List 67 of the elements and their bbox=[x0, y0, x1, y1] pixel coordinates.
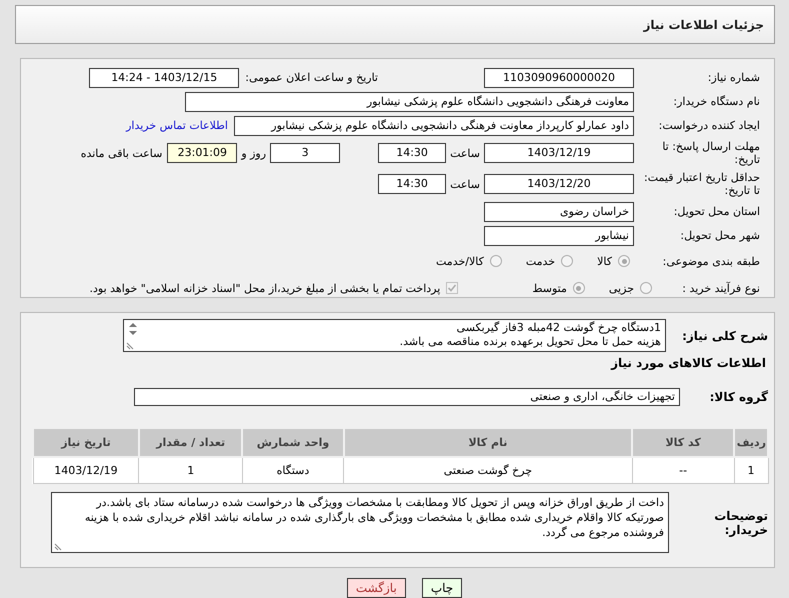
description-field[interactable]: 1دستگاه چرخ گوشت 42مبله 3فاز گیربکسی هزینه حمل تا محل تحویل برعهده برنده مناقصه می باشد. bbox=[123, 319, 666, 352]
field-label: ساعت bbox=[450, 146, 480, 160]
remaining-time-field: 23:01:09 bbox=[167, 143, 238, 163]
field-label: روز و bbox=[241, 146, 266, 160]
field-label: شرح کلی نیاز: bbox=[681, 328, 768, 342]
table-cell: 1 bbox=[138, 457, 242, 484]
print-button[interactable]: چاپ bbox=[422, 578, 462, 598]
description-line: 1دستگاه چرخ گوشت 42مبله 3فاز گیربکسی bbox=[456, 321, 661, 335]
description-line: هزینه حمل تا محل تحویل برعهده برنده مناقصه می باشد. bbox=[398, 335, 661, 349]
checkbox[interactable] bbox=[446, 282, 458, 294]
resize-grip-icon[interactable] bbox=[54, 543, 62, 551]
table-cell: چرخ گوشت صنعتی bbox=[344, 457, 632, 484]
radio-button[interactable] bbox=[490, 255, 502, 267]
table-cell: 1403/12/19 bbox=[33, 457, 139, 484]
column-header: کد کالا bbox=[632, 428, 734, 457]
column-header: تعداد / مقدار bbox=[138, 428, 242, 457]
buyer-contact-link[interactable]: اطلاعات تماس خریدار bbox=[126, 119, 228, 132]
radio-label: خدمت bbox=[526, 254, 556, 268]
field-label: شماره نیاز: bbox=[706, 71, 760, 84]
validity-date-field: 1403/12/20 bbox=[484, 174, 634, 194]
column-header: نام کالا bbox=[344, 428, 632, 457]
field-label: گروه کالا: bbox=[708, 390, 768, 404]
table-cell: 1 bbox=[734, 457, 768, 484]
field-label: مهلت ارسال پاسخ: تا تاریخ: bbox=[661, 140, 760, 166]
field-label: پرداخت تمام یا بخشی از مبلغ خرید،از محل "اسناد خزانه اسلامی" خواهد بود. bbox=[90, 282, 440, 294]
field-label: نوع فرآیند خرید : bbox=[681, 282, 760, 294]
column-header: تاریخ نیاز bbox=[33, 428, 139, 457]
buyer-notes-field[interactable] bbox=[51, 492, 669, 553]
field-label: حداقل تاریخ اعتبار قیمت: تا تاریخ: bbox=[643, 171, 760, 197]
field-label: تاریخ و ساعت اعلان عمومی: bbox=[245, 71, 378, 84]
reply-time-field: 14:30 bbox=[378, 143, 446, 163]
goods-group-field: تجهیزات خانگی، اداری و صنعتی bbox=[134, 388, 680, 406]
scroll-arrows-icon[interactable] bbox=[127, 322, 139, 336]
field-label: ایجاد کننده درخواست: bbox=[658, 119, 760, 132]
field-label: ساعت باقی مانده bbox=[80, 146, 162, 160]
buyer-notes-text: داخت از طریق اوراق خزانه وپس از تحویل کالا ومطابقت با مشخصات وویژگی ها درخواست شده درسامانه ستاد بای باشد.در صورتیکه کالا واقلام خریداری شده مطابق با مشخصات وویژگی های بارگذاری شده در سامانه نباشد اقلام خریداری شده با هزینه فروشنده مرجوع می گردد. bbox=[84, 496, 664, 539]
table-cell: -- bbox=[632, 457, 734, 484]
field-label: طبقه بندی موضوعی: bbox=[662, 254, 760, 268]
requester-field: داود عمارلو کارپرداز معاونت فرهنگی دانشجویی دانشگاه علوم پزشکی نیشابور bbox=[234, 116, 634, 136]
field-label: ساعت bbox=[450, 178, 480, 190]
table-cell: دستگاه bbox=[242, 457, 344, 484]
radio-button[interactable] bbox=[618, 255, 630, 267]
days-field: 3 bbox=[270, 143, 340, 163]
column-header: واحد شمارش bbox=[242, 428, 344, 457]
field-label: نام دستگاه خریدار: bbox=[672, 95, 760, 108]
validity-time-field: 14:30 bbox=[378, 174, 446, 194]
field-label: استان محل تحویل: bbox=[672, 205, 760, 218]
radio-button[interactable] bbox=[561, 255, 574, 267]
page-title: جزئیات اطلاعات نیاز bbox=[643, 18, 764, 32]
back-button[interactable]: بازگشت bbox=[346, 578, 406, 598]
city-field: نیشابور bbox=[484, 226, 634, 246]
field-label: شهر محل تحویل: bbox=[679, 229, 760, 242]
radio-label: کالا/خدمت bbox=[436, 254, 484, 268]
buyer-org-field: معاونت فرهنگی دانشجویی دانشگاه علوم پزشکی نیشابور bbox=[185, 92, 634, 112]
section-title: اطلاعات کالاهای مورد نیاز bbox=[610, 356, 767, 370]
need-number-field: 1103090960000020 bbox=[484, 68, 634, 88]
reply-date-field: 1403/12/19 bbox=[484, 143, 634, 163]
radio-label: کالا bbox=[597, 254, 612, 268]
radio-label: متوسط bbox=[532, 282, 567, 294]
radio-button[interactable] bbox=[640, 282, 652, 294]
radio-label: جزیی bbox=[608, 282, 634, 294]
column-header: ردیف bbox=[734, 428, 768, 457]
announce-date-field: 1403/12/15 - 14:24 bbox=[89, 68, 240, 88]
field-label: توضیحات خریدار: bbox=[713, 508, 768, 536]
radio-button[interactable] bbox=[572, 282, 585, 294]
province-field: خراسان رضوی bbox=[484, 202, 634, 222]
resize-grip-icon[interactable] bbox=[126, 342, 134, 350]
